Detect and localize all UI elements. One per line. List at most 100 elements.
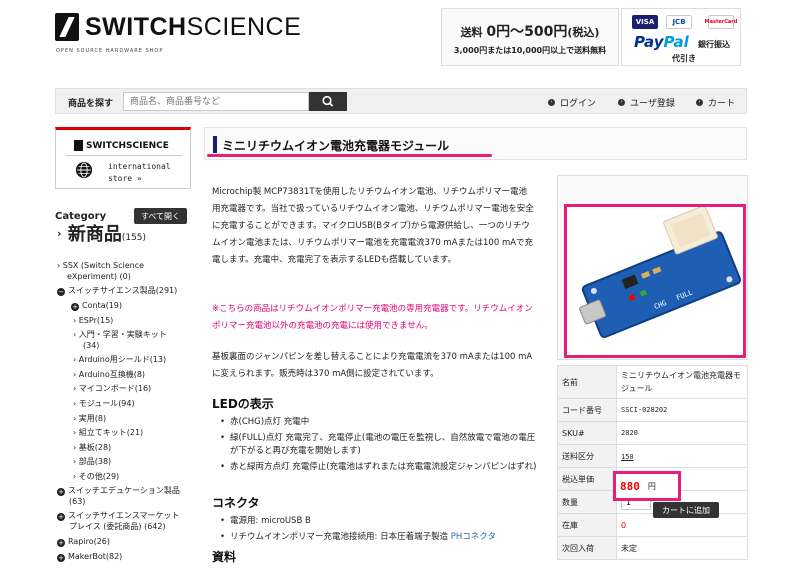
banner-line1: international — [108, 162, 171, 171]
category-new-count: (155) — [121, 233, 147, 243]
jcb-icon: JCB — [666, 15, 692, 29]
spec-key: 名前 — [557, 365, 617, 399]
open-all-button[interactable]: すべて開く — [134, 208, 187, 224]
logo-text-thin: SCIENCE — [186, 12, 302, 41]
sidebar: SWITCHSCIENCE international store » Categ… — [55, 127, 191, 562]
plus-icon: + — [57, 539, 65, 547]
category-label: SSX (Switch Science — [62, 261, 145, 270]
shipping-info: 送料 0円～500円(税込) 3,000円または10,000円以上で送料無料 — [441, 8, 619, 66]
category-label: モジュール(94) — [78, 399, 135, 408]
shipping-prefix: 送料 — [460, 26, 483, 39]
price-highlight: 880 円 — [613, 471, 681, 501]
shipping-class-link[interactable]: 150 — [621, 453, 634, 461]
spec-key: SKU# — [557, 421, 617, 445]
banner-logo-text: SWITCHSCIENCE — [86, 140, 169, 151]
spec-table: 名前 ミニリチウムイオン電池充電器モジュール コード番号 SSCI-028202 S… — [557, 365, 748, 560]
category-board[interactable]: › 基板(28) — [73, 442, 111, 453]
category-arduino-compat[interactable]: › Arduino互換機(8) — [73, 369, 145, 380]
spec-key: コード番号 — [557, 398, 617, 422]
chevron-right-icon: › — [618, 99, 625, 106]
ph-connector-link[interactable]: PHコネクタ — [451, 532, 496, 542]
spec-key: 税込単価 — [557, 467, 617, 491]
add-to-cart-button[interactable]: カートに追加 — [653, 502, 719, 518]
category-shield[interactable]: › Arduino用シールド(13) — [73, 354, 166, 365]
list-item: 赤(CHG)点灯 充電中 — [218, 416, 538, 429]
shipping-range: 0円～500円 — [486, 24, 568, 40]
category-marketplace[interactable]: + スイッチサイエンスマーケット — [57, 510, 180, 521]
category-new-label: 新商品 — [67, 224, 122, 245]
category-label: Rapiro(26) — [68, 537, 111, 546]
category-label: Conta(19) — [82, 301, 123, 310]
spec-key: 送料区分 — [557, 444, 617, 468]
category-label: マイコンボード(16) — [78, 384, 152, 393]
category-mcu[interactable]: › マイコンボード(16) — [73, 383, 151, 394]
banner-line2: store » — [108, 174, 142, 183]
category-switchscience[interactable]: − スイッチサイエンス製品(291) — [57, 285, 177, 296]
cart-link[interactable]: › カート — [696, 96, 735, 109]
visa-icon: VISA — [632, 15, 658, 29]
logo-tagline: OPEN SOURCE HARDWARE SHOP — [56, 48, 164, 54]
category-new[interactable]: › 新商品(155) — [57, 226, 147, 244]
category-label: 部品(38) — [78, 457, 112, 466]
mastercard-icon: MasterCard — [705, 15, 737, 29]
table-row: 次回入荷 未定 — [557, 536, 748, 560]
category-marketplace-cont[interactable]: プレイス (委託商品) (642) — [69, 521, 166, 532]
search-button[interactable] — [309, 92, 347, 111]
category-kit[interactable]: › 組立てキット(21) — [73, 427, 143, 438]
chevron-right-icon: › — [57, 227, 62, 240]
category-ssx[interactable]: › SSX (Switch Science — [57, 260, 144, 271]
shipping-free-note: 3,000円または10,000円以上で送料無料 — [453, 46, 607, 55]
category-starter-cont[interactable]: (34) — [83, 340, 99, 351]
product-title: ミニリチウムイオン電池充電器モジュール — [222, 139, 450, 153]
category-ssx-cont[interactable]: eXperiment) (0) — [67, 271, 131, 282]
logo-text: SWITCH — [85, 12, 187, 41]
category-conta[interactable]: + Conta(19) — [71, 300, 122, 311]
site-header: SWITCHSCIENCE OPEN SOURCE HARDWARE SHOP … — [0, 0, 799, 88]
category-practical[interactable]: › 実用(8) — [73, 413, 106, 424]
cart-label: カート — [708, 99, 736, 109]
list-item: 緑(FULL)点灯 充電完了、充電停止(電池の電圧を監視し、自然放電で電池の電圧… — [218, 432, 538, 458]
product-notice: ※こちらの商品はリチウムイオンポリマー充電池の専用充電器です。リチウムイオンポリ… — [212, 304, 533, 331]
category-education-cont[interactable]: (63) — [69, 496, 85, 507]
paypal-a: Pay — [634, 33, 664, 51]
category-label: スイッチサイエンス製品(291) — [68, 286, 178, 295]
category-label: 入門・学習・実験キット — [78, 330, 167, 339]
chevron-right-icon: › — [548, 99, 555, 106]
list-item: 電源用: microUSB B — [218, 515, 538, 528]
table-row: 送料区分 150 — [557, 444, 748, 468]
category-module[interactable]: › モジュール(94) — [73, 398, 135, 409]
title-accent-bar — [213, 136, 217, 153]
login-link[interactable]: › ログイン — [548, 96, 596, 109]
category-education[interactable]: + スイッチエデュケーション製品 — [57, 485, 180, 496]
connector-text: リチウムイオンポリマー充電池接続用: 日本圧着端子製造 — [230, 532, 451, 542]
product-image[interactable]: CHG FULL — [564, 204, 746, 358]
search-bar: 商品を探す › ログイン › ユーザ登録 › カート — [55, 88, 747, 114]
price-value: 880 — [620, 479, 640, 493]
category-parts[interactable]: › 部品(38) — [73, 456, 111, 467]
register-link[interactable]: › ユーザ登録 — [618, 96, 675, 109]
category-label: ESPr(15) — [78, 316, 114, 325]
title-highlight — [207, 154, 492, 157]
international-store-banner[interactable]: SWITCHSCIENCE international store » — [55, 127, 191, 189]
search-input[interactable] — [123, 92, 309, 111]
category-makerbot[interactable]: + MakerBot(82) — [57, 551, 122, 562]
category-starter[interactable]: › 入門・学習・実験キット — [73, 329, 167, 340]
site-logo[interactable]: SWITCHSCIENCE — [55, 12, 301, 42]
register-label: ユーザ登録 — [630, 99, 675, 109]
category-label: Arduino互換機(8) — [78, 370, 146, 379]
paypal-b: Pal — [663, 33, 689, 51]
led-heading: LEDの表示 — [212, 397, 274, 411]
list-item: リチウムイオンポリマー充電池接続用: 日本圧着端子製造 PHコネクタ — [218, 531, 538, 544]
category-espr[interactable]: › ESPr(15) — [73, 315, 113, 326]
spec-value: 2820 — [616, 421, 748, 445]
login-label: ログイン — [560, 99, 597, 109]
price-unit: 円 — [647, 481, 656, 491]
charger-board-image: CHG FULL — [579, 205, 742, 339]
shipping-suffix: (税込) — [567, 26, 600, 39]
category-rapiro[interactable]: + Rapiro(26) — [57, 536, 110, 547]
category-other[interactable]: › その他(29) — [73, 471, 119, 482]
product-description-2: 基板裏面のジャンパピンを差し替えることにより充電電流を370 mAまたは100 … — [212, 352, 533, 379]
docs-heading: 資料 — [212, 550, 237, 564]
list-item: 赤と緑両方点灯 充電停止(充電池はずれまたは充電電流設定ジャンパピンはずれ) — [218, 461, 538, 474]
table-row: コード番号 SSCI-028202 — [557, 398, 748, 422]
